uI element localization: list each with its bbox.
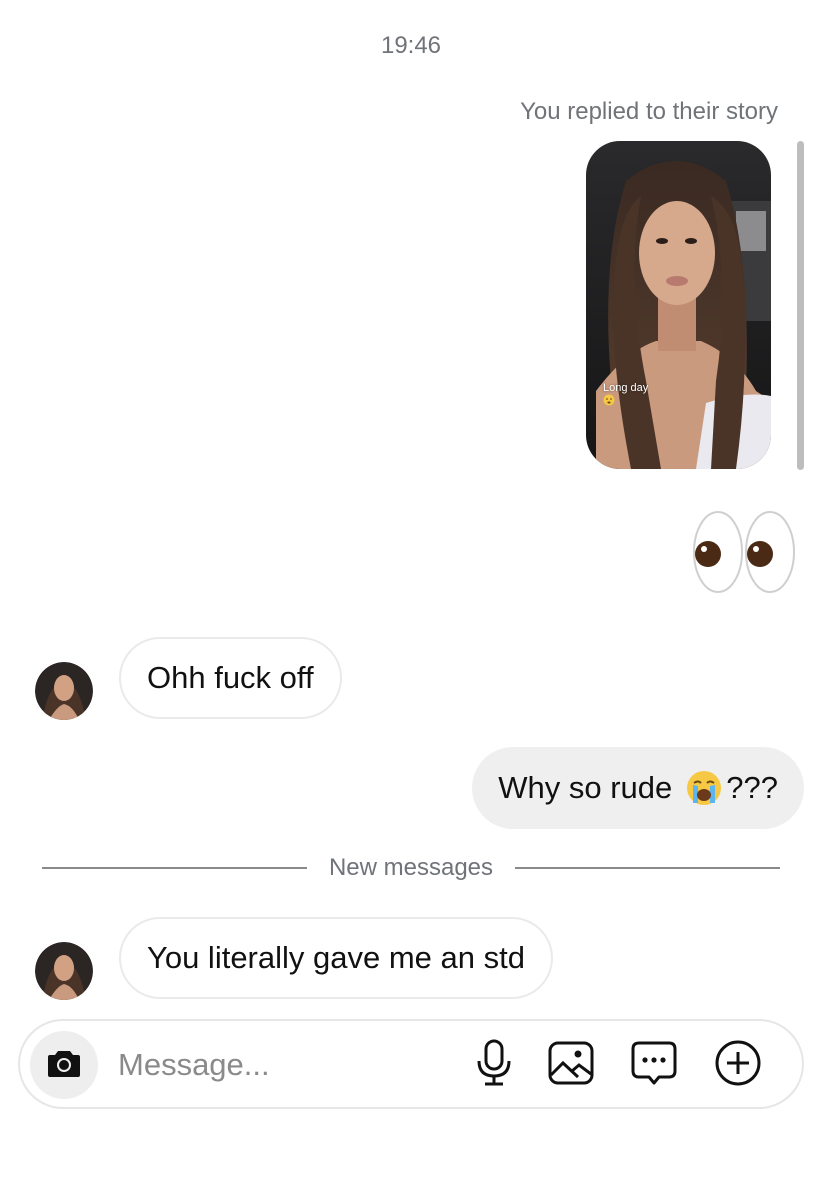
gallery-icon <box>548 1041 594 1090</box>
message-input[interactable] <box>118 1041 448 1089</box>
message-composer <box>18 1019 804 1109</box>
microphone-button[interactable] <box>468 1039 520 1091</box>
divider-line <box>515 867 780 869</box>
sleepy-face-emoji-icon <box>603 394 648 406</box>
microphone-icon <box>474 1039 514 1092</box>
avatar[interactable] <box>35 942 93 1000</box>
more-button[interactable] <box>712 1039 764 1091</box>
new-messages-divider: New messages <box>42 848 780 888</box>
message-suffix: ??? <box>726 770 778 805</box>
divider-label: New messages <box>328 854 494 881</box>
message-text: You literally gave me an std <box>147 940 525 975</box>
story-overlay-text: Long day <box>603 382 648 406</box>
profile-photo <box>35 662 93 720</box>
plus-icon <box>714 1039 762 1092</box>
gallery-button[interactable] <box>545 1039 597 1091</box>
camera-icon <box>47 1048 81 1083</box>
timestamp: 19:46 <box>380 32 442 59</box>
message-bubble-incoming[interactable]: Ohh fuck off <box>119 637 342 719</box>
divider-line <box>42 867 307 869</box>
message-text: Ohh fuck off <box>147 660 314 695</box>
message-bubble-outgoing[interactable]: Why so rude ??? <box>472 747 804 829</box>
story-thumbnail[interactable]: Long day <box>586 141 771 469</box>
camera-button[interactable] <box>30 1031 98 1099</box>
story-image <box>586 141 771 469</box>
message-bubble-incoming[interactable]: You literally gave me an std <box>119 917 553 999</box>
eyes-emoji-icon <box>690 508 800 596</box>
scrollbar[interactable] <box>797 141 804 470</box>
profile-photo <box>35 942 93 1000</box>
loudly-crying-face-emoji-icon <box>686 770 722 806</box>
message-text: Why so rude <box>498 770 673 805</box>
story-reply-caption: You replied to their story <box>520 98 778 125</box>
sticker-icon <box>630 1040 678 1091</box>
avatar[interactable] <box>35 662 93 720</box>
sticker-button[interactable] <box>628 1039 680 1091</box>
